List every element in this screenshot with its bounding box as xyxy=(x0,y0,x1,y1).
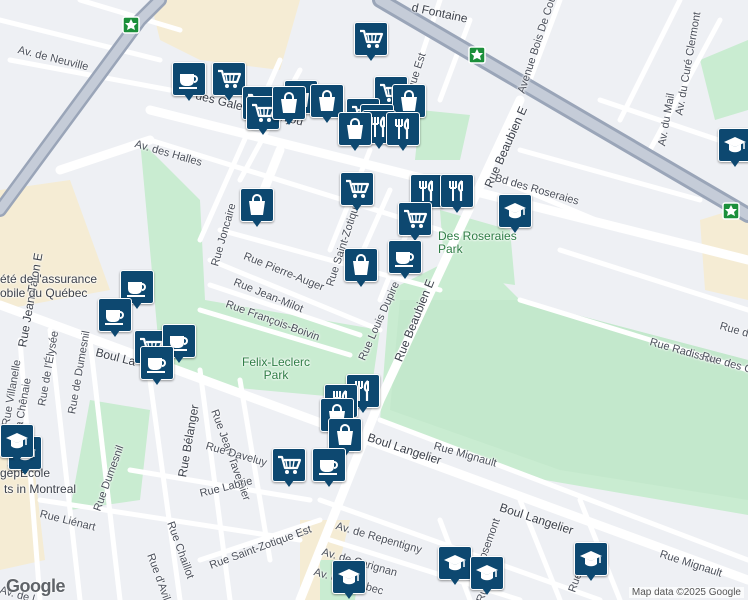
poi-pin-school[interactable] xyxy=(718,128,748,167)
shopping-bag-icon xyxy=(328,418,362,452)
google-logo: Google xyxy=(6,576,66,596)
poi-pin-school[interactable] xyxy=(332,560,366,599)
place-label-roseraies-park[interactable]: Des Roseraies Park xyxy=(438,230,517,256)
coffee-cup-icon xyxy=(388,240,422,274)
graduation-cap-icon xyxy=(332,560,366,594)
shopping-cart-icon xyxy=(212,62,246,96)
shopping-cart-icon xyxy=(340,172,374,206)
map-canvas[interactable]: d Fontaine Avenue Bois De Coulonges Av. … xyxy=(0,0,748,600)
shopping-bag-icon xyxy=(338,112,372,146)
poi-pin-school[interactable] xyxy=(0,424,34,463)
graduation-cap-icon xyxy=(718,128,748,162)
shopping-cart-icon xyxy=(398,202,432,236)
poi-pin-restaurant[interactable] xyxy=(386,112,420,151)
poi-pin-cafe[interactable] xyxy=(140,346,174,385)
shopping-bag-icon xyxy=(272,86,306,120)
fork-knife-icon xyxy=(386,112,420,146)
shopping-bag-icon xyxy=(344,248,378,282)
poi-pin-store[interactable] xyxy=(328,418,362,457)
poi-pin-store[interactable] xyxy=(240,188,274,227)
poi-pin-school[interactable] xyxy=(498,194,532,233)
poi-pin-store[interactable] xyxy=(338,112,372,151)
highway-shield-icon xyxy=(122,16,140,34)
poi-pin-store[interactable] xyxy=(344,248,378,287)
graduation-cap-icon xyxy=(498,194,532,228)
graduation-cap-icon xyxy=(438,546,472,580)
poi-pin-school[interactable] xyxy=(470,556,504,595)
place-label-cegep[interactable]: ts in Montreal xyxy=(4,482,76,496)
coffee-cup-icon xyxy=(172,62,206,96)
poi-pin-grocery[interactable] xyxy=(398,202,432,241)
shopping-cart-icon xyxy=(272,448,306,482)
poi-pin-cafe[interactable] xyxy=(312,448,346,487)
poi-pin-cafe[interactable] xyxy=(388,240,422,279)
poi-pin-school[interactable] xyxy=(574,542,608,581)
highway-shield-icon xyxy=(722,202,740,220)
poi-pin-grocery[interactable] xyxy=(212,62,246,101)
poi-pin-grocery[interactable] xyxy=(272,448,306,487)
coffee-cup-icon xyxy=(312,448,346,482)
graduation-cap-icon xyxy=(574,542,608,576)
place-label-saaq[interactable]: été de l'assurance obile du Québec xyxy=(0,272,97,300)
poi-pin-school[interactable] xyxy=(438,546,472,585)
coffee-cup-icon xyxy=(140,346,174,380)
poi-pin-store[interactable] xyxy=(272,86,306,125)
poi-pin-restaurant[interactable] xyxy=(440,174,474,213)
poi-pin-grocery[interactable] xyxy=(340,172,374,211)
poi-pin-grocery[interactable] xyxy=(354,22,388,61)
fork-knife-icon xyxy=(440,174,474,208)
place-label-felix-leclerc-park[interactable]: Felix-Leclerc Park xyxy=(242,356,310,382)
shopping-cart-icon xyxy=(354,22,388,56)
map-attribution[interactable]: Map data ©2025 Google xyxy=(628,587,744,598)
poi-pin-cafe[interactable] xyxy=(98,298,132,337)
graduation-cap-icon xyxy=(470,556,504,590)
highway-shield-icon xyxy=(468,46,486,64)
coffee-cup-icon xyxy=(98,298,132,332)
graduation-cap-icon xyxy=(0,424,34,458)
poi-pin-cafe[interactable] xyxy=(172,62,206,101)
shopping-bag-icon xyxy=(240,188,274,222)
